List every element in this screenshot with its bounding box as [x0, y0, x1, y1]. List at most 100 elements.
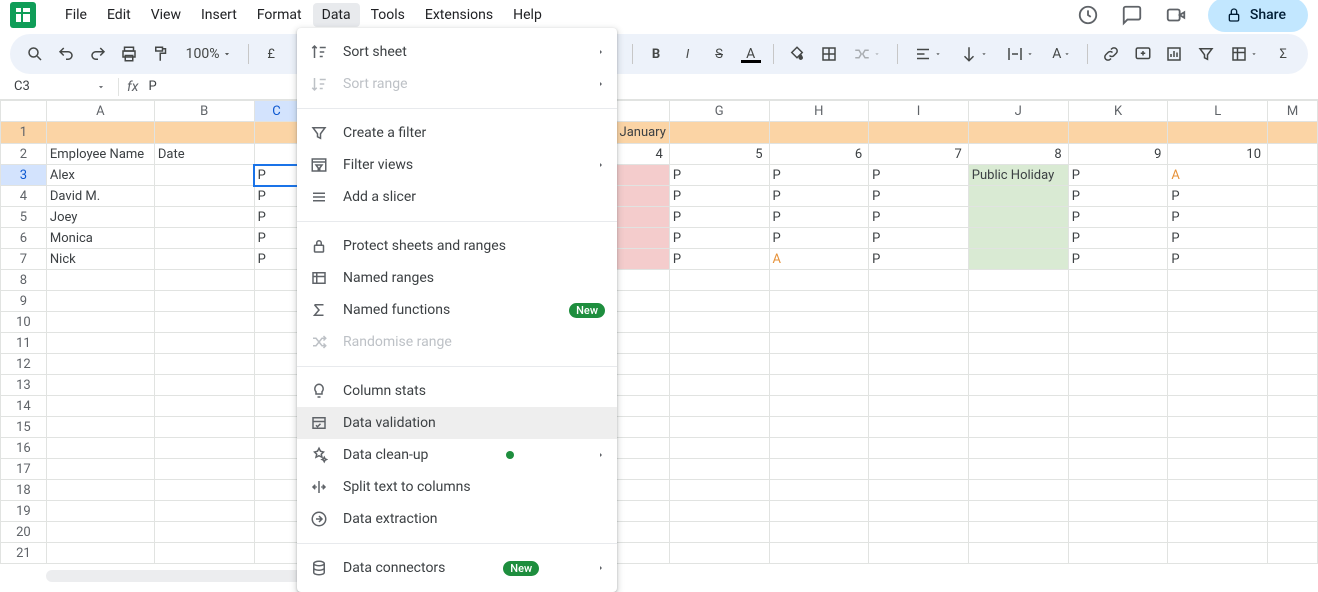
col-header-B[interactable]: B — [154, 101, 254, 122]
cell[interactable]: P — [1168, 207, 1268, 228]
cell[interactable] — [769, 396, 869, 417]
row-header[interactable]: 15 — [1, 417, 47, 438]
menu-item-named-ranges[interactable]: Named ranges — [297, 262, 617, 294]
col-header-K[interactable]: K — [1068, 101, 1168, 122]
row-header[interactable]: 13 — [1, 375, 47, 396]
cell[interactable]: David M. — [46, 186, 154, 207]
cell[interactable]: P — [1068, 207, 1168, 228]
comment-add-icon[interactable] — [1130, 40, 1156, 68]
cell[interactable] — [1068, 417, 1168, 438]
cell[interactable] — [968, 249, 1068, 270]
row-header[interactable]: 17 — [1, 459, 47, 480]
menu-item-split-text-to-columns[interactable]: Split text to columns — [297, 471, 617, 503]
menu-item-sort-sheet[interactable]: Sort sheet — [297, 36, 617, 68]
cell[interactable] — [1168, 312, 1268, 333]
cell[interactable] — [154, 333, 254, 354]
cell[interactable]: P — [869, 228, 969, 249]
cell[interactable] — [1168, 459, 1268, 480]
cell[interactable]: P — [669, 186, 769, 207]
cell[interactable] — [46, 543, 154, 564]
cell[interactable] — [769, 543, 869, 564]
halign-icon[interactable] — [908, 40, 948, 68]
cell[interactable] — [1168, 396, 1268, 417]
cell[interactable] — [254, 354, 299, 375]
cell[interactable] — [1168, 417, 1268, 438]
cell[interactable] — [968, 122, 1068, 144]
menu-view[interactable]: View — [142, 3, 190, 27]
cell[interactable]: 6 — [769, 144, 869, 165]
cell[interactable] — [46, 122, 154, 144]
cell[interactable] — [968, 396, 1068, 417]
cell[interactable] — [669, 417, 769, 438]
cell[interactable] — [154, 312, 254, 333]
cell[interactable] — [1268, 249, 1318, 270]
share-button[interactable]: Share — [1208, 0, 1308, 32]
cell[interactable] — [1068, 375, 1168, 396]
cell[interactable] — [869, 501, 969, 522]
cell[interactable]: 10 — [1168, 144, 1268, 165]
cell[interactable]: P — [254, 165, 299, 186]
cell[interactable]: P — [869, 165, 969, 186]
cell[interactable]: 7 — [869, 144, 969, 165]
print-icon[interactable] — [117, 40, 143, 68]
cell[interactable] — [154, 396, 254, 417]
link-icon[interactable] — [1098, 40, 1124, 68]
chart-icon[interactable] — [1161, 40, 1187, 68]
cell[interactable] — [154, 354, 254, 375]
cell[interactable] — [254, 501, 299, 522]
cell[interactable] — [769, 122, 869, 144]
cell[interactable] — [869, 354, 969, 375]
cell[interactable] — [869, 333, 969, 354]
rotate-icon[interactable]: A — [1046, 40, 1077, 68]
cell[interactable]: P — [1168, 186, 1268, 207]
cell[interactable] — [1168, 291, 1268, 312]
cell[interactable] — [254, 459, 299, 480]
cell[interactable] — [769, 480, 869, 501]
cell[interactable] — [46, 417, 154, 438]
text-color-icon[interactable]: A — [738, 40, 764, 68]
cell[interactable] — [1068, 522, 1168, 543]
meet-icon[interactable] — [1164, 3, 1188, 27]
row-header[interactable]: 10 — [1, 312, 47, 333]
cell[interactable] — [669, 480, 769, 501]
zoom-select[interactable]: 100% — [180, 40, 238, 68]
cell[interactable]: P — [669, 207, 769, 228]
cell[interactable] — [1068, 270, 1168, 291]
row-header[interactable]: 21 — [1, 543, 47, 564]
cell[interactable] — [669, 396, 769, 417]
cell[interactable] — [1268, 291, 1318, 312]
cell[interactable] — [46, 501, 154, 522]
cell[interactable] — [1268, 375, 1318, 396]
table-view-icon[interactable] — [1224, 40, 1264, 68]
cell[interactable] — [669, 354, 769, 375]
search-tool-icon[interactable] — [22, 40, 48, 68]
cell[interactable] — [154, 417, 254, 438]
cell[interactable] — [1168, 354, 1268, 375]
cell[interactable] — [968, 480, 1068, 501]
cell[interactable] — [154, 186, 254, 207]
cell[interactable] — [968, 291, 1068, 312]
row-header[interactable]: 2 — [1, 144, 47, 165]
borders-icon[interactable] — [816, 40, 842, 68]
cell[interactable] — [46, 291, 154, 312]
cell[interactable] — [769, 270, 869, 291]
menu-item-column-stats[interactable]: Column stats — [297, 375, 617, 407]
cell[interactable] — [154, 459, 254, 480]
cell[interactable] — [154, 228, 254, 249]
cell[interactable]: P — [869, 249, 969, 270]
cell[interactable] — [1268, 270, 1318, 291]
paint-format-icon[interactable] — [148, 40, 174, 68]
cell[interactable] — [669, 375, 769, 396]
cell[interactable] — [1268, 480, 1318, 501]
cell[interactable]: Joey — [46, 207, 154, 228]
cell[interactable] — [1268, 312, 1318, 333]
history-icon[interactable] — [1076, 3, 1100, 27]
cell[interactable]: P — [669, 228, 769, 249]
cell[interactable] — [769, 375, 869, 396]
cell[interactable] — [154, 249, 254, 270]
cell[interactable] — [769, 291, 869, 312]
cell[interactable] — [968, 228, 1068, 249]
cell[interactable] — [669, 459, 769, 480]
cell[interactable] — [968, 312, 1068, 333]
cell[interactable] — [254, 375, 299, 396]
